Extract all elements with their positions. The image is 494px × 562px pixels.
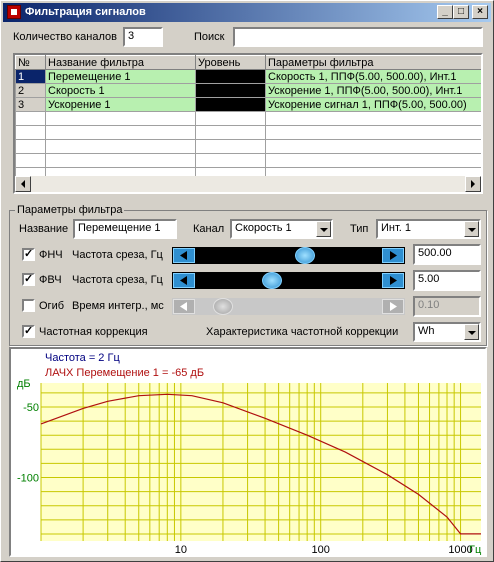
- app-icon: [7, 5, 21, 19]
- column-header-name[interactable]: Название фильтра: [45, 55, 196, 70]
- freqcorr-select-value: Wh: [418, 325, 435, 337]
- type-label: Тип: [350, 223, 369, 235]
- name-label: Название: [19, 223, 69, 235]
- column-header-level[interactable]: Уровень: [195, 55, 266, 70]
- row-params: Ускорение 1, ППФ(5.00, 500.00), Инт.1: [265, 83, 481, 98]
- row-level: [195, 97, 266, 112]
- slider-thumb[interactable]: [212, 298, 233, 315]
- title-bar[interactable]: Фильтрация сигналов _ □ ×: [3, 3, 491, 22]
- table-row[interactable]: 2 Скорость 1 Ускорение 1, ППФ(5.00, 500.…: [15, 83, 481, 98]
- close-button[interactable]: ×: [472, 5, 488, 19]
- x-axis-label: Гц: [469, 544, 482, 555]
- column-header-params[interactable]: Параметры фильтра: [265, 55, 481, 70]
- freqcorr-char-label: Характеристика частотной коррекции: [206, 326, 399, 338]
- search-label: Поиск: [194, 31, 225, 43]
- slider-right-arrow-icon[interactable]: [382, 248, 404, 263]
- row-number: 2: [15, 83, 46, 98]
- horizontal-scrollbar[interactable]: [15, 176, 481, 192]
- slider-thumb[interactable]: [295, 247, 315, 264]
- row-level: [195, 83, 266, 98]
- filters-table[interactable]: № Название фильтра Уровень Параметры фил…: [13, 53, 483, 194]
- hpf-slider[interactable]: [172, 272, 405, 289]
- row-name: Ускорение 1: [45, 97, 196, 112]
- table-row[interactable]: 3 Ускорение 1 Ускорение сигнал 1, ППФ(5.…: [15, 97, 481, 112]
- legend-series: ЛАЧХ Перемещение 1 = -65 дБ: [45, 367, 204, 379]
- scroll-right-icon[interactable]: [465, 176, 481, 192]
- envelope-time-label: Время интегр., мс: [72, 300, 164, 312]
- chart-svg: 10 100 1000-50-100 Частота = 2 Гц ЛАЧХ Пер…: [11, 349, 485, 556]
- type-select[interactable]: Инт. 1: [376, 219, 481, 239]
- row-number: 3: [15, 97, 46, 112]
- lpf-cutoff-input[interactable]: 500.00: [413, 244, 481, 265]
- slider-right-arrow-icon[interactable]: [382, 273, 404, 288]
- hpf-cutoff-input[interactable]: 5.00: [413, 270, 481, 291]
- row-name: Скорость 1: [45, 83, 196, 98]
- slider-left-arrow-icon[interactable]: [173, 299, 195, 314]
- lpf-cutoff-label: Частота среза, Гц: [72, 249, 163, 261]
- table-row[interactable]: 1 Перемещение 1 Скорость 1, ППФ(5.00, 50…: [15, 69, 481, 84]
- type-select-value: Инт. 1: [381, 222, 412, 234]
- x-tick-label: 10: [175, 544, 187, 555]
- hpf-checkbox[interactable]: ✓: [22, 273, 35, 286]
- lpf-slider[interactable]: [172, 247, 405, 264]
- slider-thumb[interactable]: [262, 272, 282, 289]
- chevron-down-icon[interactable]: [464, 324, 479, 340]
- row-params: Ускорение сигнал 1, ППФ(5.00, 500.00): [265, 97, 481, 112]
- channel-select[interactable]: Скорость 1: [230, 219, 333, 239]
- freqcorr-checkbox[interactable]: ✓: [22, 325, 35, 338]
- y-tick-label: -50: [23, 402, 39, 414]
- slider-left-arrow-icon[interactable]: [173, 248, 195, 263]
- column-header-number[interactable]: №: [15, 55, 46, 70]
- legend-frequency: Частота = 2 Гц: [45, 352, 120, 364]
- freqcorr-select[interactable]: Wh: [413, 322, 481, 342]
- lpf-checkbox[interactable]: ✓: [22, 248, 35, 261]
- search-input[interactable]: [233, 27, 483, 47]
- maximize-button[interactable]: □: [453, 5, 469, 19]
- lpf-label: ФНЧ: [39, 249, 63, 261]
- scroll-left-icon[interactable]: [15, 176, 31, 192]
- hpf-cutoff-label: Частота среза, Гц: [72, 274, 163, 286]
- x-tick-label: 100: [312, 544, 330, 555]
- slider-left-arrow-icon[interactable]: [173, 273, 195, 288]
- chevron-down-icon[interactable]: [464, 221, 479, 237]
- chevron-down-icon[interactable]: [316, 221, 331, 237]
- envelope-time-input[interactable]: 0.10: [413, 296, 481, 317]
- y-axis-label: дБ: [17, 378, 31, 390]
- channels-label: Количество каналов: [13, 31, 117, 43]
- channel-label: Канал: [193, 223, 225, 235]
- row-number: 1: [15, 69, 46, 84]
- y-tick-label: -100: [17, 473, 39, 485]
- channel-select-value: Скорость 1: [235, 222, 292, 234]
- frequency-response-chart[interactable]: 10 100 1000 -50 -100 Частота = 2 Гц ЛАЧХ Пер…: [9, 347, 487, 557]
- minimize-button[interactable]: _: [437, 5, 453, 19]
- hpf-label: ФВЧ: [39, 274, 62, 286]
- row-params: Скорость 1, ППФ(5.00, 500.00), Инт.1: [265, 69, 481, 84]
- freqcorr-label: Частотная коррекция: [39, 326, 148, 338]
- channels-input[interactable]: 3: [123, 27, 163, 47]
- envelope-checkbox[interactable]: [22, 299, 35, 312]
- row-level: [195, 69, 266, 84]
- slider-right-arrow-icon[interactable]: [382, 299, 404, 314]
- row-name: Перемещение 1: [45, 69, 196, 84]
- filter-name-input[interactable]: Перемещение 1: [73, 219, 177, 239]
- envelope-slider[interactable]: [172, 298, 405, 315]
- group-title: Параметры фильтра: [15, 204, 125, 216]
- envelope-label: Огиб: [39, 300, 65, 312]
- window-title: Фильтрация сигналов: [25, 6, 146, 18]
- main-window: Фильтрация сигналов _ □ × Количество кан…: [0, 0, 494, 562]
